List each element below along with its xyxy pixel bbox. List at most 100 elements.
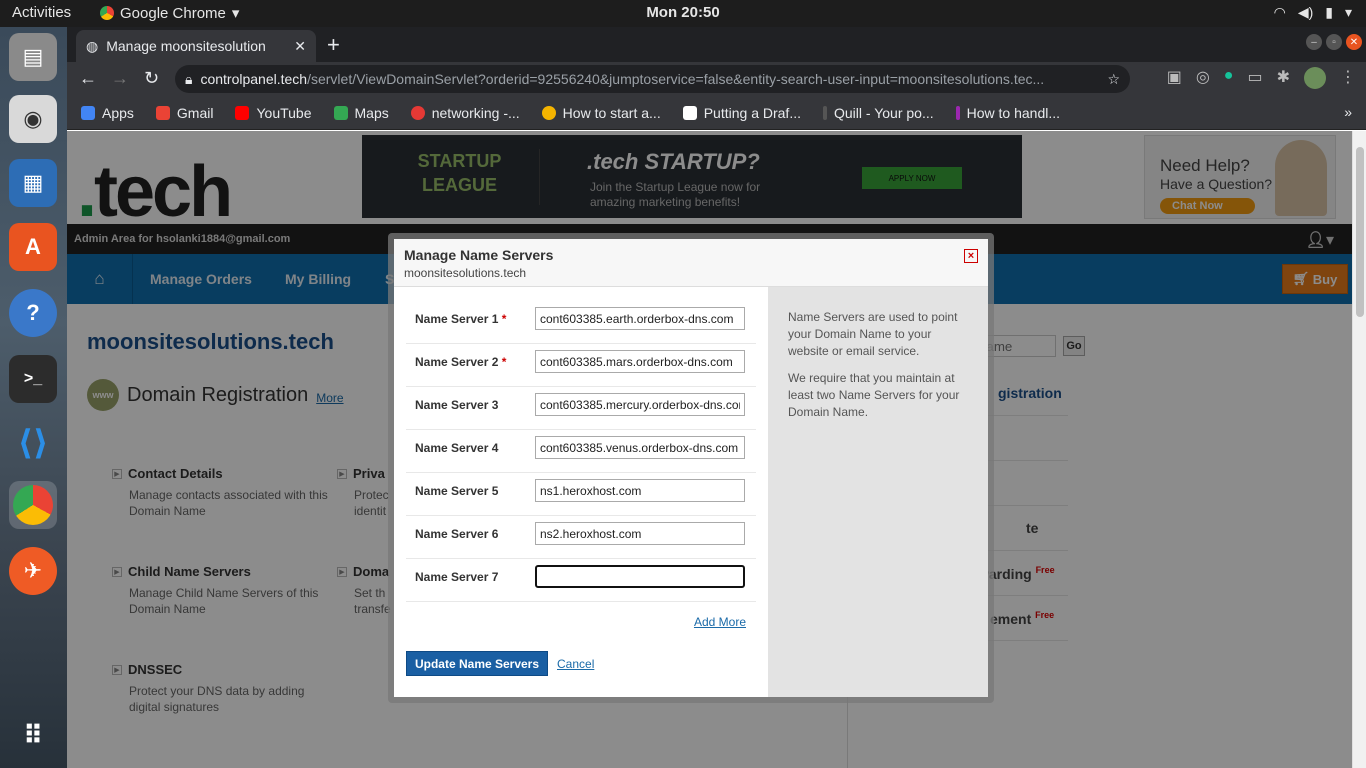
name-server-label: Name Server 1 *	[415, 312, 507, 326]
address-bar[interactable]: 🔒︎ controlpanel.tech/servlet/ViewDomainS…	[175, 65, 1130, 93]
profile-avatar[interactable]	[1304, 67, 1326, 89]
rhythmbox-icon[interactable]: ◉	[9, 95, 57, 143]
bookmark-label: Gmail	[176, 104, 214, 121]
close-icon[interactable]: ×	[964, 249, 978, 263]
globe-icon: ◍	[86, 37, 99, 54]
name-server-row: Name Server 5	[406, 473, 756, 516]
chrome-window: ◍ Manage moonsitesolution ✕ + – ▫ ✕ ← → …	[67, 27, 1366, 768]
reading-list-icon[interactable]: ▭	[1247, 67, 1262, 89]
name-server-row: Name Server 1 *	[406, 301, 756, 344]
manage-name-servers-dialog: Manage Name Servers moonsitesolutions.te…	[394, 239, 988, 697]
name-server-2-input[interactable]	[535, 350, 745, 373]
name-server-row: Name Server 7	[406, 559, 756, 602]
name-server-label: Name Server 5	[415, 484, 499, 498]
system-top-bar: Activities Google Chrome ▾ Mon 20:50 ◠ ◀…	[0, 0, 1366, 27]
name-server-1-input[interactable]	[535, 307, 745, 330]
name-server-5-input[interactable]	[535, 479, 745, 502]
name-server-row: Name Server 3	[406, 387, 756, 430]
bookmark-apps[interactable]: Apps	[81, 105, 134, 121]
url-host: controlpanel.tech	[200, 71, 308, 87]
bookmark-networking[interactable]: networking -...	[410, 104, 520, 121]
postman-icon[interactable]: ✈	[9, 547, 57, 595]
add-more-link[interactable]: Add More	[694, 615, 746, 629]
cancel-link[interactable]: Cancel	[557, 657, 594, 671]
reload-button[interactable]: ↻	[144, 68, 159, 89]
extension-icon[interactable]: ◎	[1196, 67, 1210, 89]
chevron-down-icon: ▾	[231, 5, 240, 22]
apps-grid-icon	[81, 105, 95, 120]
name-server-label: Name Server 2 *	[415, 355, 507, 369]
page-scrollbar[interactable]	[1352, 131, 1366, 768]
volume-icon: ◀)	[1297, 4, 1314, 20]
quill-icon	[823, 105, 827, 120]
close-window-button[interactable]: ✕	[1346, 34, 1362, 50]
bookmark-gmail[interactable]: Gmail	[155, 104, 214, 121]
tab-active[interactable]: ◍ Manage moonsitesolution ✕	[76, 30, 316, 62]
bookmark-label: Putting a Draf...	[703, 104, 801, 121]
system-tray[interactable]: ◠ ◀) ▮ ▾	[1274, 4, 1352, 21]
minimize-button[interactable]: –	[1306, 34, 1322, 50]
ask-icon	[410, 105, 425, 120]
web-page: .tech STARTUP LEAGUE .tech STARTUP? Join…	[67, 131, 1366, 768]
name-server-label: Name Server 4	[415, 441, 499, 455]
tab-strip: ◍ Manage moonsitesolution ✕ + – ▫ ✕	[67, 27, 1366, 62]
window-controls: – ▫ ✕	[1306, 34, 1362, 50]
bookmark-how-to-handle[interactable]: How to handl...	[955, 104, 1061, 121]
name-server-7-input[interactable]	[535, 565, 745, 588]
more-bookmarks-icon[interactable]: »	[1344, 104, 1352, 120]
bookmark-quill[interactable]: Quill - Your po...	[823, 105, 934, 121]
star-icon[interactable]: ☆	[1107, 71, 1120, 88]
writer-icon[interactable]: ▦	[9, 159, 57, 207]
help-icon[interactable]: ?	[9, 289, 57, 337]
bookmark-youtube[interactable]: YouTube	[235, 104, 312, 121]
show-apps-icon[interactable]: ⠿	[9, 711, 57, 759]
menu-icon[interactable]: ⋮	[1340, 67, 1356, 89]
name-server-3-input[interactable]	[535, 393, 745, 416]
forward-button[interactable]: →	[111, 68, 129, 89]
dialog-header: Manage Name Servers moonsitesolutions.te…	[394, 239, 988, 287]
bookmark-site-icon	[955, 105, 960, 120]
new-tab-button[interactable]: +	[327, 32, 340, 58]
maximize-button[interactable]: ▫	[1326, 34, 1342, 50]
name-server-row: Name Server 4	[406, 430, 756, 473]
back-button[interactable]: ←	[79, 68, 97, 89]
medium-icon	[682, 105, 697, 120]
info-panel: Name Servers are used to point your Doma…	[768, 287, 988, 697]
close-icon[interactable]: ✕	[294, 38, 306, 55]
name-server-4-input[interactable]	[535, 436, 745, 459]
bookmark-label: YouTube	[256, 104, 312, 121]
files-icon[interactable]: ▤	[9, 33, 57, 81]
bookmark-maps[interactable]: Maps	[333, 104, 389, 121]
url-path: /servlet/ViewDomainServlet?orderid=92556…	[307, 71, 1045, 87]
update-name-servers-button[interactable]: Update Name Servers	[406, 651, 548, 676]
scrollbar-thumb[interactable]	[1356, 147, 1364, 317]
dock: ▤ ◉ ▦ A ? >_ ⟨⟩ ✈ ⠿	[0, 27, 67, 768]
tab-title: Manage moonsitesolution	[106, 38, 266, 54]
clock[interactable]: Mon 20:50	[646, 4, 719, 21]
bookmark-label: networking -...	[431, 104, 520, 121]
gmail-icon	[155, 105, 170, 120]
chrome-icon	[100, 6, 114, 20]
name-server-row: Name Server 2 *	[406, 344, 756, 387]
browser-toolbar: ← → ↻ 🔒︎ controlpanel.tech/servlet/ViewD…	[67, 62, 1366, 96]
grammarly-icon[interactable]: ●	[1224, 67, 1234, 89]
chrome-dock-icon[interactable]	[9, 481, 57, 529]
info-text: Name Servers are used to point your Doma…	[788, 310, 958, 358]
activities-button[interactable]: Activities	[12, 4, 71, 21]
vscode-icon[interactable]: ⟨⟩	[9, 419, 57, 467]
bookmark-label: Maps	[354, 104, 389, 121]
bookmark-label: How to handl...	[966, 104, 1061, 121]
puzzle-icon[interactable]: ✱	[1277, 67, 1290, 89]
extension-icon[interactable]: ▣	[1167, 67, 1182, 89]
name-server-6-input[interactable]	[535, 522, 745, 545]
app-menu[interactable]: Google Chrome ▾	[100, 4, 239, 22]
dialog-subtitle: moonsitesolutions.tech	[404, 266, 527, 280]
bookmark-how-to-start[interactable]: How to start a...	[541, 105, 661, 121]
software-center-icon[interactable]: A	[9, 223, 57, 271]
terminal-icon[interactable]: >_	[9, 355, 57, 403]
lock-icon: 🔒︎	[185, 70, 193, 87]
bookmark-medium[interactable]: Putting a Draf...	[682, 104, 801, 121]
name-server-label: Name Server 3	[415, 398, 499, 412]
info-text: We require that you maintain at least tw…	[788, 371, 960, 419]
name-server-form: Name Server 1 * Name Server 2 * Name Ser…	[394, 287, 768, 697]
